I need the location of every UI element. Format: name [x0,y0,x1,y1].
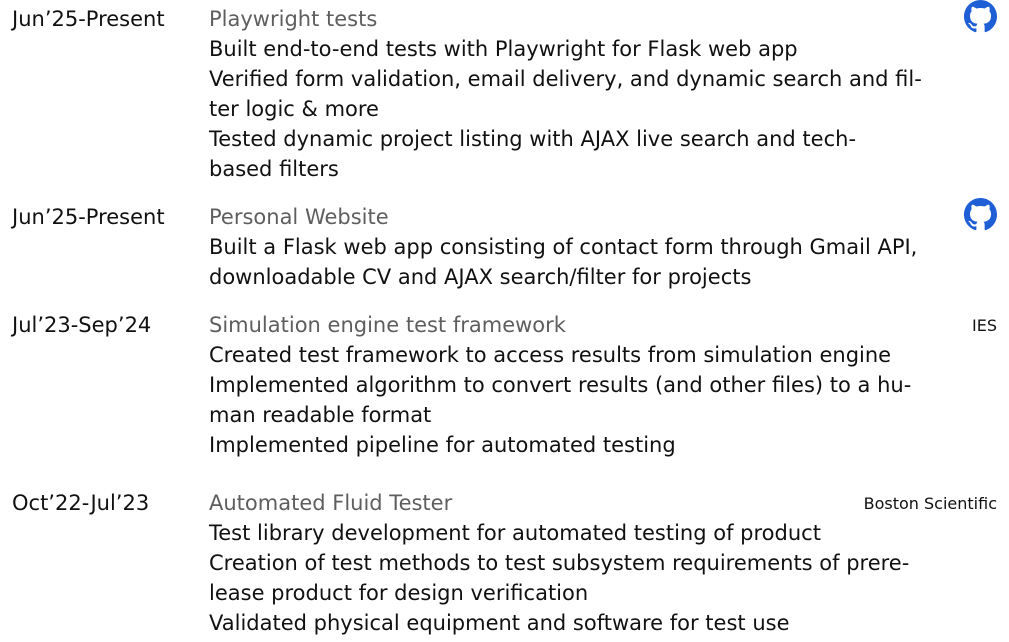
entry-bullet: Implemented pipeline for automated testi… [209,433,676,457]
entry-organization: IES [972,316,997,335]
entry-header: Simulation engine test framework IES [209,310,997,340]
entry-title: Simulation engine test framework [209,313,566,337]
entry-date: Jun’25-Present [12,7,165,31]
entry-bullet: Verified form validation, email delivery… [209,67,922,121]
entry-bullets: Created test framework to access results… [209,340,997,460]
entry-bullet: Built end-to-end tests with Playwright f… [209,37,798,61]
github-icon[interactable] [964,198,997,231]
entry-bullet: Test library development for automated t… [209,521,821,545]
entry-bullets: Built a Flask web app consisting of cont… [209,232,997,292]
entry-bullet: Tested dynamic project listing with AJAX… [209,127,857,181]
entry-date: Oct’22-Jul’23 [12,491,150,515]
entry-bullet: Implemented algorithm to convert results… [209,373,912,427]
entry-organization: Boston Scientific [863,494,997,513]
entry-bullet: Validated physical equipment and softwar… [209,611,790,635]
entry-date: Jul’23-Sep’24 [12,313,152,337]
entry-header: Playwright tests [209,0,997,34]
entry-header: Personal Website [209,198,997,232]
entry-title: Playwright tests [209,7,378,31]
entry-date: Jun’25-Present [12,205,165,229]
entry-bullets: Test library development for automated t… [209,518,997,638]
entry-title: Automated Fluid Tester [209,491,453,515]
entry-title: Personal Website [209,205,389,229]
entry-bullet: Creation of test methods to test subsyst… [209,551,910,605]
entry-header: Automated Fluid Tester Boston Scientific [209,488,997,518]
entry-bullets: Built end-to-end tests with Playwright f… [209,34,997,184]
entry-bullet: Built a Flask web app consisting of cont… [209,235,918,289]
entry-bullet: Created test framework to access results… [209,343,892,367]
github-icon[interactable] [964,0,997,33]
